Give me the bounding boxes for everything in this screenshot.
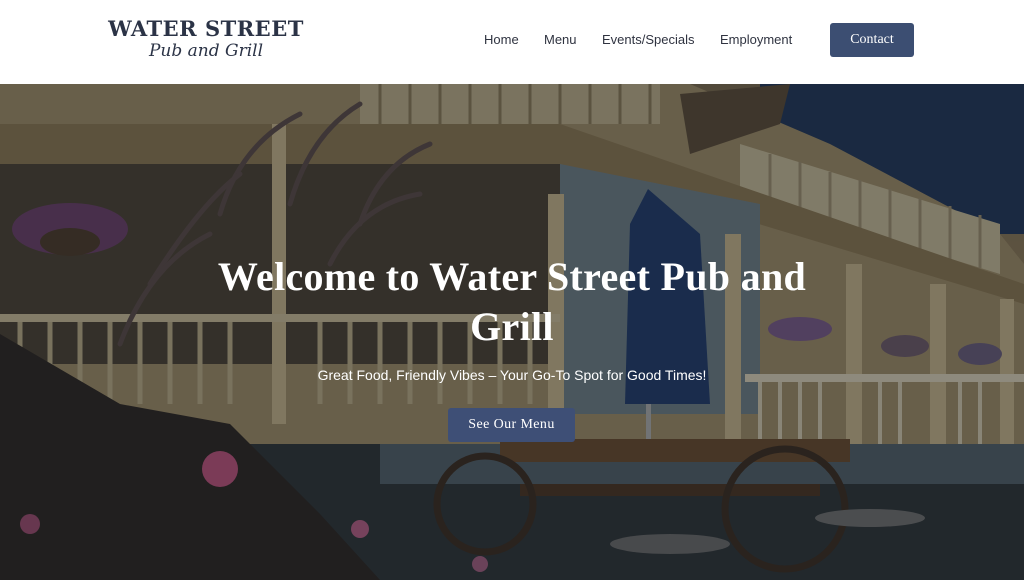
nav-item-employment[interactable]: Employment bbox=[720, 30, 792, 50]
hero-title: Welcome to Water Street Pub and Grill bbox=[217, 254, 807, 349]
see-our-menu-button[interactable]: See Our Menu bbox=[448, 408, 575, 442]
nav-item-menu[interactable]: Menu bbox=[544, 30, 577, 50]
nav-item-home[interactable]: Home bbox=[484, 30, 519, 50]
hero-subtitle: Great Food, Friendly Vibes – Your Go-To … bbox=[317, 367, 707, 383]
hero-section: Welcome to Water Street Pub and Grill Gr… bbox=[0, 84, 1024, 580]
logo-tagline: Pub and Grill bbox=[148, 41, 264, 61]
contact-button[interactable]: Contact bbox=[830, 23, 914, 57]
nav-item-events-specials[interactable]: Events/Specials bbox=[602, 30, 695, 50]
site-header: WATER STREET Pub and Grill Home Menu Eve… bbox=[0, 0, 1024, 84]
logo-wordmark: WATER STREET bbox=[108, 16, 304, 41]
site-logo[interactable]: WATER STREET Pub and Grill bbox=[104, 16, 308, 66]
